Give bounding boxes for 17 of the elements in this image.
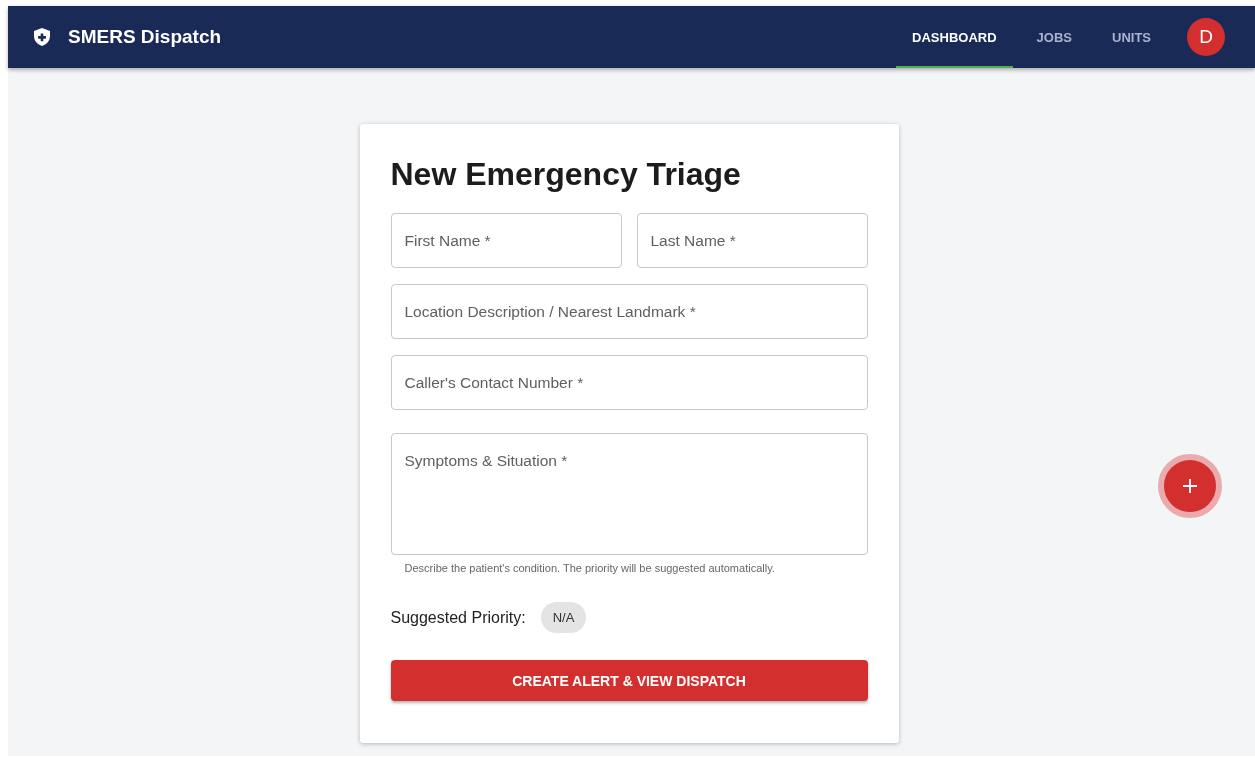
nav-tab[interactable]: UNITS: [1096, 6, 1167, 68]
nav-tab[interactable]: DASHBOARD: [896, 6, 1013, 68]
text-field[interactable]: First Name *: [390, 213, 622, 268]
user-avatar[interactable]: D: [1187, 18, 1225, 56]
priority-label: Suggested Priority:: [390, 608, 526, 627]
form-title: New Emergency Triage: [390, 156, 742, 193]
textarea-field[interactable]: Symptoms & Situation *: [390, 433, 868, 555]
submit-button[interactable]: CREATE ALERT & VIEW DISPATCH: [390, 660, 868, 701]
priority-chip: N/A: [540, 602, 587, 633]
text-field[interactable]: Caller's Contact Number *: [390, 355, 868, 410]
text-field[interactable]: Location Description / Nearest Landmark *: [390, 284, 868, 339]
helper-text: Describe the patient's condition. The priority will be suggested automatically.: [404, 562, 776, 574]
plus-icon: [1183, 479, 1197, 493]
shield-cross-icon: [34, 28, 50, 46]
text-field[interactable]: Last Name *: [636, 213, 868, 268]
nav-tab[interactable]: JOBS: [1020, 6, 1088, 68]
app-title: SMERS Dispatch: [68, 26, 222, 48]
